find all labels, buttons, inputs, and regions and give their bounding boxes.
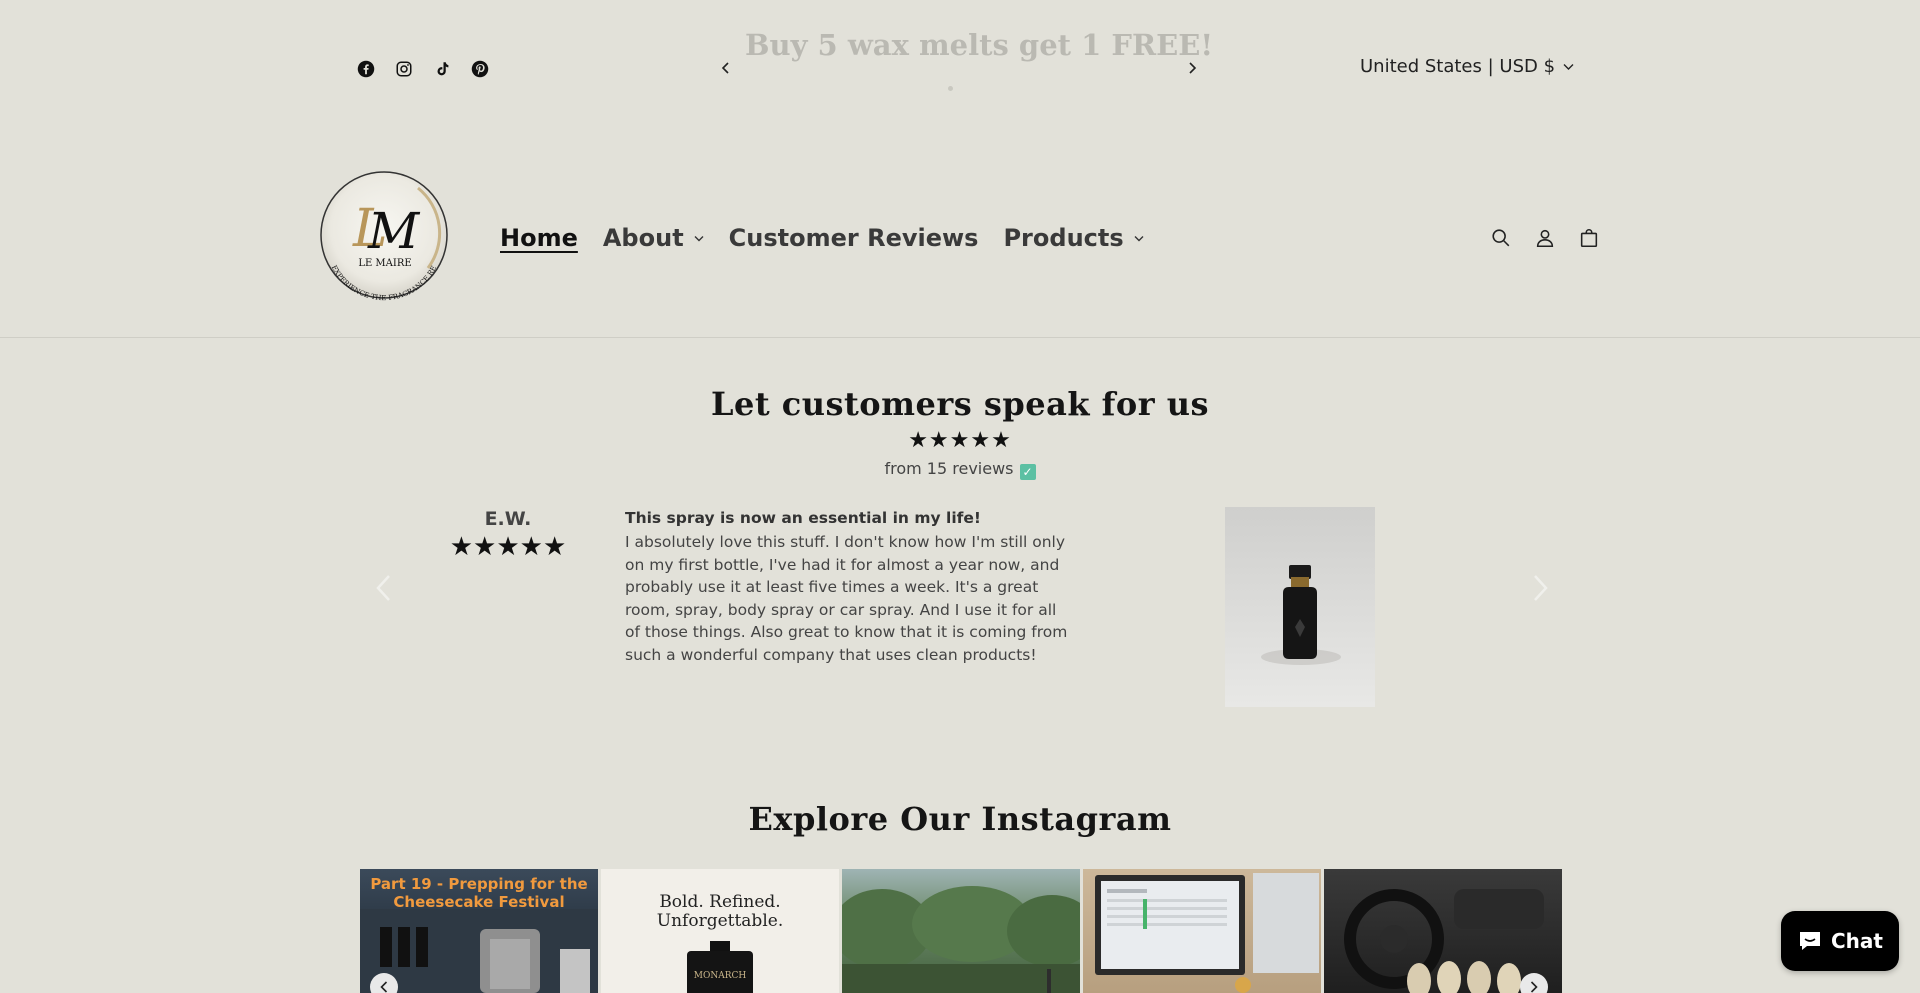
announcement-dot — [948, 86, 953, 91]
nav-about[interactable]: About — [603, 224, 704, 252]
nav-home-label: Home — [500, 224, 578, 252]
reviews-next-button[interactable] — [1526, 568, 1556, 608]
chevron-right-icon — [1534, 575, 1548, 601]
chat-button[interactable]: Chat — [1781, 911, 1899, 971]
verified-check-icon: ✓ — [1019, 464, 1036, 480]
tiktok-icon[interactable] — [431, 58, 453, 80]
announcement-text: Buy 5 wax melts get 1 FREE! — [745, 28, 1214, 62]
chevron-left-icon — [380, 981, 388, 993]
instagram-post[interactable]: Part 19 - Prepping for the Cheesecake Fe… — [360, 869, 598, 993]
country-label: United States | USD $ — [1360, 56, 1556, 77]
main-nav: Home About Customer Reviews Products — [500, 224, 1169, 252]
chat-label: Chat — [1831, 929, 1883, 953]
perfume-brand-label: MONARCH — [694, 971, 747, 981]
nav-products[interactable]: Products — [1003, 224, 1144, 252]
instagram-icon[interactable] — [393, 58, 415, 80]
chevron-right-icon — [1189, 62, 1197, 74]
nav-products-label: Products — [1003, 224, 1124, 252]
reviews-count-text: from 15 reviews — [884, 459, 1014, 478]
perfume-bottle-image: MONARCH — [687, 941, 753, 993]
announcement-bar: Buy 5 wax melts get 1 FREE! United State… — [0, 0, 1920, 138]
announcement-prev-button[interactable] — [716, 56, 736, 80]
social-links — [355, 58, 491, 80]
review-author-stars: ★★★★★ — [449, 532, 567, 562]
site-header: L M LE MAIRE EXPERIENCE THE FRAGRANCE RE… — [0, 138, 1920, 338]
instagram-post-caption: Part 19 - Prepping for the Cheesecake Fe… — [370, 875, 588, 911]
instagram-next-button[interactable] — [1520, 973, 1548, 993]
spray-bottle-image — [1261, 565, 1341, 665]
header-icons — [1490, 226, 1600, 250]
instagram-heading: Explore Our Instagram — [748, 800, 1172, 838]
chat-bubble-icon — [1800, 932, 1820, 950]
review-author-name: E.W. — [484, 508, 532, 530]
logo-name: LE MAIRE — [358, 258, 411, 269]
review-body: I absolutely love this stuff. I don't kn… — [625, 533, 1068, 664]
instagram-post[interactable] — [842, 869, 1080, 993]
chevron-left-icon — [721, 62, 729, 74]
chevron-down-icon — [694, 235, 704, 241]
instagram-post[interactable]: Bold. Refined. Unforgettable. MONARCH — [601, 869, 839, 993]
trees-image — [842, 886, 1080, 993]
pinterest-icon[interactable] — [469, 58, 491, 80]
nav-customer-reviews[interactable]: Customer Reviews — [729, 224, 979, 252]
country-selector[interactable]: United States | USD $ — [1360, 56, 1574, 77]
reviews-average-stars: ★★★★★ — [908, 428, 1012, 453]
laptop-desk-image — [1095, 873, 1319, 993]
brand-logo[interactable]: L M LE MAIRE EXPERIENCE THE FRAGRANCE RE… — [318, 168, 452, 306]
logo-initial-m: M — [367, 202, 421, 260]
reviews-prev-button[interactable] — [368, 568, 398, 608]
reviews-heading: Let customers speak for us — [710, 385, 1210, 423]
chevron-down-icon — [1134, 235, 1144, 241]
cart-icon[interactable] — [1578, 226, 1600, 250]
nav-about-label: About — [602, 224, 684, 252]
announcement-next-button[interactable] — [1182, 56, 1202, 80]
instagram-post[interactable] — [1083, 869, 1321, 993]
reviews-count: from 15 reviews ✓ — [0, 459, 1920, 480]
account-icon[interactable] — [1534, 226, 1556, 250]
review-photo[interactable] — [1225, 507, 1375, 707]
nav-home[interactable]: Home — [500, 224, 578, 252]
search-icon[interactable] — [1490, 226, 1512, 250]
review-title: This spray is now an essential in my lif… — [625, 509, 981, 527]
review-author: E.W. ★★★★★ — [440, 508, 576, 562]
chevron-right-icon — [1530, 981, 1538, 993]
instagram-prev-button[interactable] — [370, 973, 398, 993]
chevron-down-icon — [1563, 63, 1574, 70]
facebook-icon[interactable] — [355, 58, 377, 80]
nav-reviews-label: Customer Reviews — [728, 224, 979, 252]
chevron-left-icon — [376, 575, 390, 601]
